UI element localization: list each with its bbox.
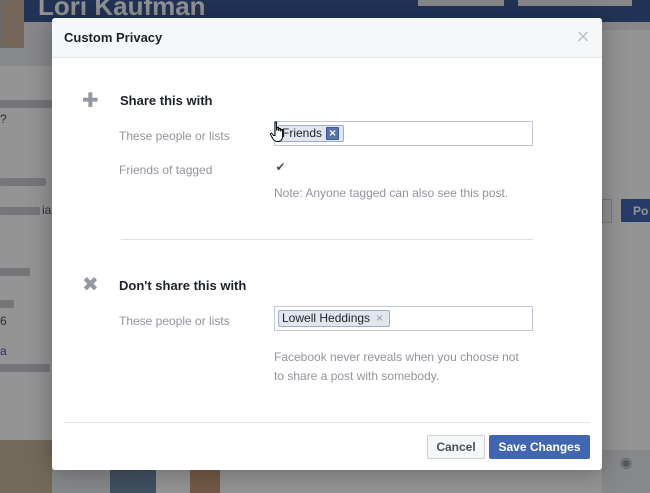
dont-share-people-label: These people or lists (119, 314, 230, 328)
footer-divider (64, 422, 590, 423)
dialog-title: Custom Privacy (64, 30, 163, 45)
dont-share-section-title: Don't share this with (119, 278, 247, 293)
share-people-label: These people or lists (119, 129, 230, 143)
dont-share-note-line1: Facebook never reveals when you choose n… (274, 350, 519, 364)
friends-of-tagged-label: Friends of tagged (119, 163, 213, 177)
share-note: Note: Anyone tagged can also see this po… (274, 186, 509, 200)
custom-privacy-dialog: Custom Privacy × ✚ Share this with These… (52, 18, 602, 470)
token-friends: Friends × (278, 125, 345, 142)
dont-share-note-line2: to share a post with somebody. (274, 369, 440, 383)
hand-cursor-icon (269, 121, 284, 142)
token-label: Friends (282, 126, 323, 140)
close-icon[interactable]: × (326, 127, 340, 140)
plus-icon: ✚ (82, 88, 99, 112)
close-icon[interactable]: × (374, 313, 385, 324)
token-lowell-heddings: Lowell Heddings × (278, 310, 391, 327)
share-section-title: Share this with (120, 93, 213, 108)
dialog-header: Custom Privacy × (52, 18, 602, 58)
friends-of-tagged-checkbox[interactable]: ✔ (274, 161, 287, 174)
token-label: Lowell Heddings (282, 311, 371, 325)
x-icon: ✖ (82, 272, 99, 296)
dont-share-people-input[interactable]: Lowell Heddings × (274, 306, 533, 331)
close-icon[interactable]: × (575, 28, 591, 46)
save-changes-button[interactable]: Save Changes (489, 435, 590, 459)
cancel-button[interactable]: Cancel (427, 435, 485, 459)
share-people-input[interactable]: Friends × (274, 121, 533, 146)
section-divider (121, 239, 533, 240)
